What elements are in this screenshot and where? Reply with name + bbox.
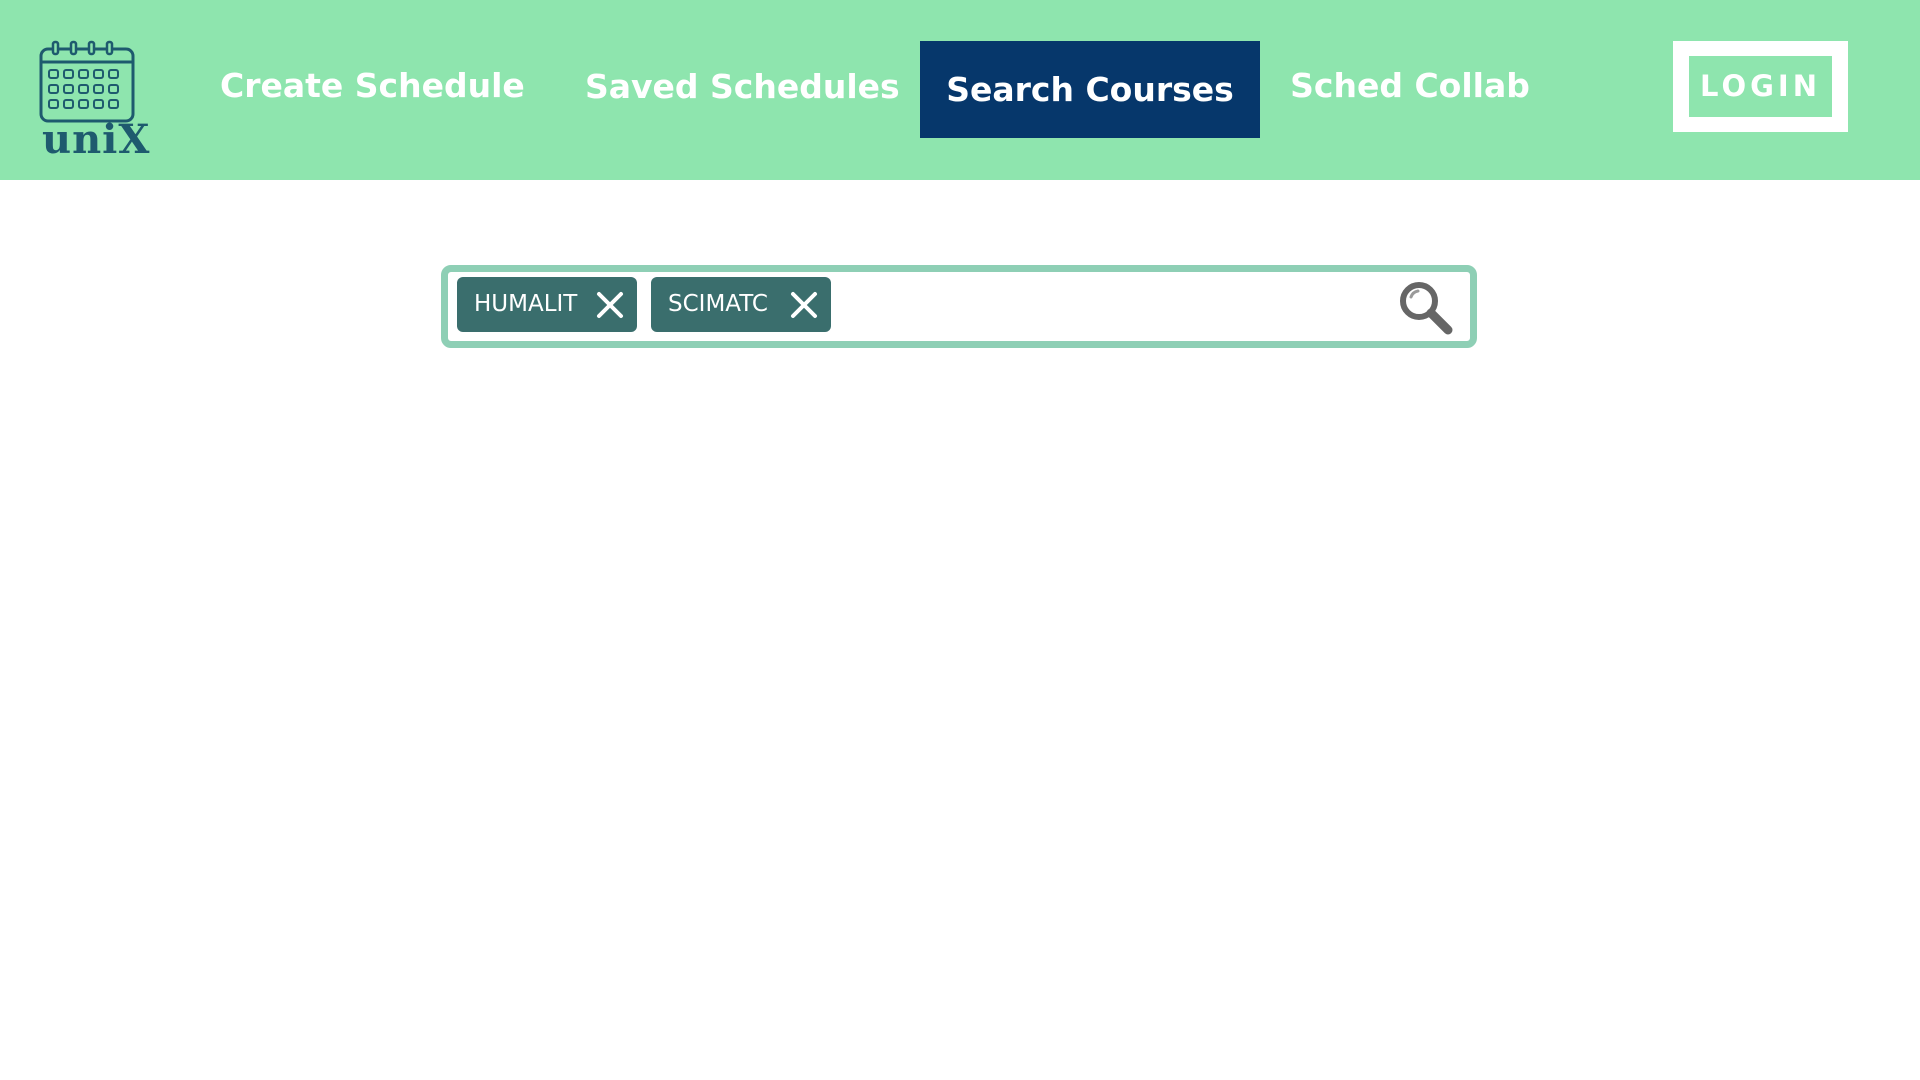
top-navbar: uniX Create Schedule Saved Schedules Sea… bbox=[0, 0, 1920, 180]
filter-tag: HUMALIT bbox=[457, 277, 637, 332]
close-icon[interactable] bbox=[595, 290, 625, 320]
nav-sched-collab[interactable]: Sched Collab bbox=[1290, 37, 1530, 134]
search-icon[interactable] bbox=[1396, 278, 1454, 336]
search-input[interactable] bbox=[848, 280, 1412, 332]
close-icon[interactable] bbox=[789, 290, 819, 320]
course-search-bar[interactable]: HUMALIT SCIMATC bbox=[441, 265, 1477, 348]
calendar-icon bbox=[39, 40, 135, 123]
nav-search-courses[interactable]: Search Courses bbox=[920, 41, 1260, 138]
filter-tag-label: SCIMATC bbox=[668, 291, 768, 317]
filter-tag: SCIMATC bbox=[651, 277, 831, 332]
nav-create-schedule[interactable]: Create Schedule bbox=[220, 37, 525, 134]
nav-saved-schedules[interactable]: Saved Schedules bbox=[585, 38, 900, 135]
login-button[interactable]: LOGIN bbox=[1673, 41, 1848, 132]
filter-tag-label: HUMALIT bbox=[474, 291, 578, 317]
login-label: LOGIN bbox=[1689, 56, 1832, 117]
logo[interactable]: uniX bbox=[38, 40, 149, 162]
brand-name: uniX bbox=[42, 116, 151, 163]
